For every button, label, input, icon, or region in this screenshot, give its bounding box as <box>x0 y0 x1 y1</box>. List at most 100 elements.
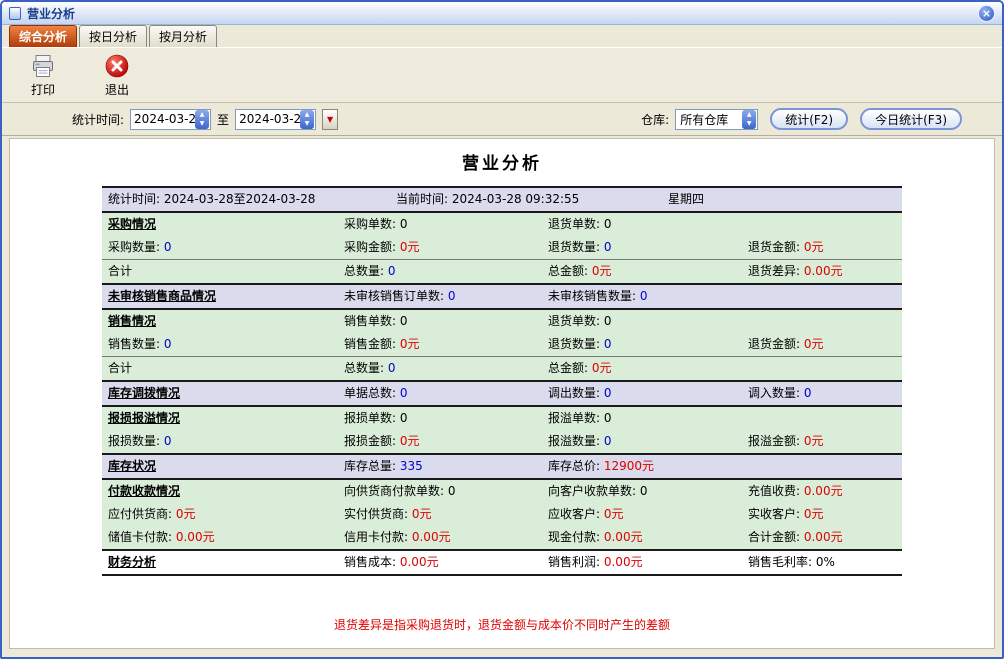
report-cell: 库存总量: 335 <box>338 455 542 478</box>
report-cell <box>742 285 902 308</box>
report-cell: 报溢金额: 0元 <box>742 430 902 453</box>
date-to-value: 2024-03-28 <box>236 112 300 126</box>
report-cell: 总金额: 0元 <box>542 260 742 283</box>
report-title: 营业分析 <box>10 149 994 174</box>
report-cell: 采购金额: 0元 <box>338 236 542 259</box>
up-arrow-icon[interactable]: ▲ <box>300 110 314 120</box>
close-icon[interactable]: × <box>978 5 995 22</box>
date-from-value: 2024-03-28 <box>131 112 195 126</box>
report-table: 统计时间: 2024-03-28至2024-03-28当前时间: 2024-03… <box>102 186 902 576</box>
report-cell: 充值收费: 0.00元 <box>742 480 902 503</box>
down-arrow-icon[interactable]: ▼ <box>742 119 756 129</box>
report-cell: 销售数量: 0 <box>102 333 338 356</box>
report-cell: 实收客户: 0元 <box>742 503 902 526</box>
report-row: 财务分析销售成本: 0.00元销售利润: 0.00元销售毛利率: 0% <box>102 549 902 574</box>
report-cell: 退货数量: 0 <box>542 333 742 356</box>
down-arrow-icon[interactable]: ▼ <box>300 119 314 129</box>
report-cell: 销售金额: 0元 <box>338 333 542 356</box>
report-cell: 销售单数: 0 <box>338 310 542 333</box>
current-time: 当前时间: 2024-03-28 09:32:55 <box>390 188 662 211</box>
warehouse-spinner[interactable]: ▲ ▼ <box>742 110 756 129</box>
dropdown-arrow-icon: ▼ <box>327 115 333 124</box>
app-icon <box>9 7 21 20</box>
date-to-spinner[interactable]: ▲ ▼ <box>300 110 314 129</box>
section-sales-title: 销售情况 <box>102 310 338 333</box>
report-cell: 未审核销售订单数: 0 <box>338 285 542 308</box>
warehouse-value: 所有仓库 <box>676 111 742 128</box>
report-cell: 销售成本: 0.00元 <box>338 551 542 574</box>
report-cell: 库存总价: 12900元 <box>542 455 742 478</box>
report-cell: 总数量: 0 <box>338 260 542 283</box>
report-cell: 报损数量: 0 <box>102 430 338 453</box>
toolbar: 打印 退出 <box>2 47 1002 103</box>
date-from-input[interactable]: 2024-03-28 ▲ ▼ <box>130 109 211 130</box>
total-label: 合计 <box>102 260 338 283</box>
section-unaudited-title: 未审核销售商品情况 <box>102 285 338 308</box>
printer-icon <box>30 52 56 79</box>
date-to-input[interactable]: 2024-03-28 ▲ ▼ <box>235 109 316 130</box>
exit-label: 退出 <box>105 81 129 98</box>
report-cell: 总金额: 0元 <box>542 357 742 380</box>
report-cell: 退货金额: 0元 <box>742 236 902 259</box>
warehouse-label: 仓库: <box>641 111 669 128</box>
report-row: 合计总数量: 0总金额: 0元退货差异: 0.00元 <box>102 259 902 283</box>
report-row: 未审核销售商品情况未审核销售订单数: 0未审核销售数量: 0 <box>102 283 902 308</box>
report-cell: 退货差异: 0.00元 <box>742 260 902 283</box>
print-label: 打印 <box>31 81 55 98</box>
report-cell: 采购数量: 0 <box>102 236 338 259</box>
total-label: 合计 <box>102 357 338 380</box>
section-stock-title: 库存状况 <box>102 455 338 478</box>
report-cell <box>742 310 902 333</box>
report-cell: 实付供货商: 0元 <box>338 503 542 526</box>
report-footnote: 退货差异是指采购退货时，退货金额与成本价不同时产生的差额 <box>10 616 994 633</box>
up-arrow-icon[interactable]: ▲ <box>742 110 756 120</box>
down-arrow-icon[interactable]: ▼ <box>195 119 209 129</box>
print-button[interactable]: 打印 <box>14 50 72 100</box>
tab-monthly[interactable]: 按月分析 <box>149 25 217 47</box>
report-cell: 退货数量: 0 <box>542 236 742 259</box>
report-row: 付款收款情况向供货商付款单数: 0向客户收款单数: 0充值收费: 0.00元应付… <box>102 478 902 549</box>
filter-bar: 统计时间: 2024-03-28 ▲ ▼ 至 2024-03-28 ▲ ▼ ▼ … <box>2 103 1002 136</box>
report-cell: 单据总数: 0 <box>338 382 542 405</box>
report-row: 报损报溢情况报损单数: 0报溢单数: 0报损数量: 0报损金额: 0元报溢数量:… <box>102 405 902 453</box>
weekday: 星期四 <box>662 188 902 211</box>
section-payment-title: 付款收款情况 <box>102 480 338 503</box>
report-cell <box>742 357 902 380</box>
date-range-dropdown-button[interactable]: ▼ <box>322 109 338 130</box>
report-cell: 报损单数: 0 <box>338 407 542 430</box>
exit-icon <box>104 52 130 79</box>
tab-comprehensive[interactable]: 综合分析 <box>9 25 77 47</box>
report-cell <box>742 455 902 478</box>
report-row: 库存调拨情况单据总数: 0调出数量: 0调入数量: 0 <box>102 380 902 405</box>
report-cell: 报溢数量: 0 <box>542 430 742 453</box>
tab-daily[interactable]: 按日分析 <box>79 25 147 47</box>
report-cell: 调出数量: 0 <box>542 382 742 405</box>
report-cell: 应付供货商: 0元 <box>102 503 338 526</box>
report-cell: 信用卡付款: 0.00元 <box>338 526 542 549</box>
report-row: 统计时间: 2024-03-28至2024-03-28当前时间: 2024-03… <box>102 188 902 211</box>
report-cell: 报损金额: 0元 <box>338 430 542 453</box>
section-purchase-title: 采购情况 <box>102 213 338 236</box>
window-title: 营业分析 <box>27 5 75 22</box>
to-label: 至 <box>217 111 229 128</box>
stat-button[interactable]: 统计(F2) <box>770 108 848 130</box>
date-from-spinner[interactable]: ▲ ▼ <box>195 110 209 129</box>
today-stat-button[interactable]: 今日统计(F3) <box>860 108 962 130</box>
app-window: 营业分析 × 综合分析 按日分析 按月分析 打印 <box>0 0 1004 659</box>
report-cell: 向客户收款单数: 0 <box>542 480 742 503</box>
report-cell: 调入数量: 0 <box>742 382 902 405</box>
exit-button[interactable]: 退出 <box>88 50 146 100</box>
report-cell: 未审核销售数量: 0 <box>542 285 742 308</box>
report-cell: 向供货商付款单数: 0 <box>338 480 542 503</box>
report-cell: 总数量: 0 <box>338 357 542 380</box>
report-cell: 退货单数: 0 <box>542 310 742 333</box>
up-arrow-icon[interactable]: ▲ <box>195 110 209 120</box>
report-cell: 退货单数: 0 <box>542 213 742 236</box>
stat-time-range: 统计时间: 2024-03-28至2024-03-28 <box>102 188 390 211</box>
tab-bar: 综合分析 按日分析 按月分析 <box>2 25 1002 47</box>
report-row: 库存状况库存总量: 335库存总价: 12900元 <box>102 453 902 478</box>
warehouse-select[interactable]: 所有仓库 ▲ ▼ <box>675 109 758 130</box>
report-cell <box>742 407 902 430</box>
section-transfer-title: 库存调拨情况 <box>102 382 338 405</box>
report-row: 合计总数量: 0总金额: 0元 <box>102 356 902 380</box>
